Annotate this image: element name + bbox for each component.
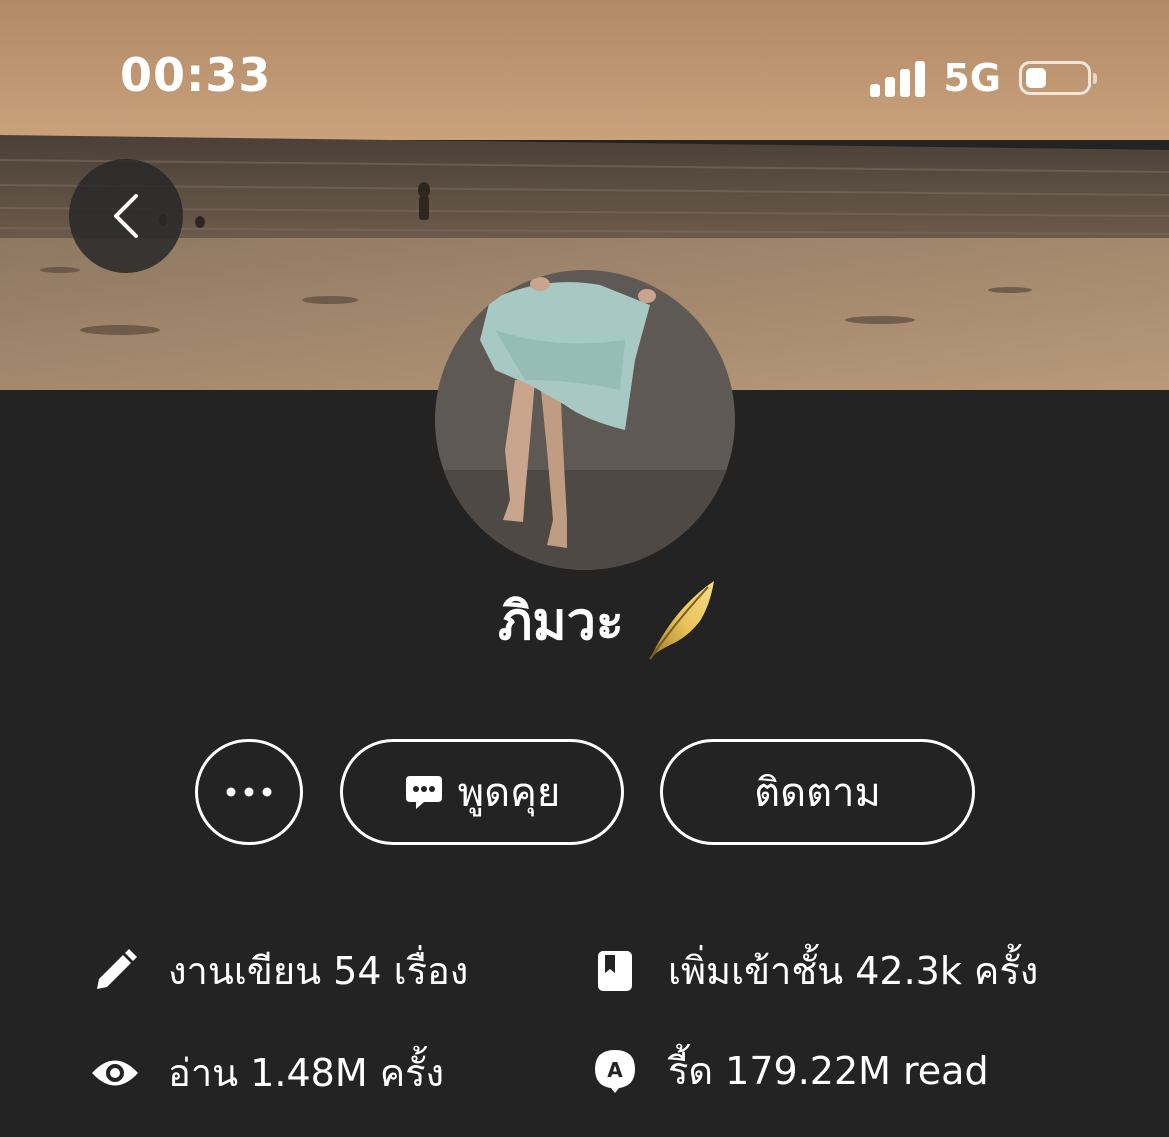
eye-icon [90,1048,140,1098]
chevron-left-icon [114,194,138,238]
stat-library: เพิ่มเข้าชั้น 42.3k ครั้ง [590,940,1038,1001]
back-button[interactable] [69,159,183,273]
profile-name-row: ภิมวะ [0,575,1169,665]
stat-works-text: งานเขียน 54 เรื่อง [168,949,469,993]
signal-icon [870,59,926,97]
read-badge-icon: A [590,1046,640,1096]
battery-icon [1019,61,1097,95]
profile-name: ภิมวะ [498,591,624,652]
chat-bubble-icon [405,776,442,809]
pencil-icon [90,946,140,996]
svg-text:A: A [607,1058,623,1082]
stat-readaward-text: รี้ด 179.22M read [668,1049,989,1093]
gold-feather-icon [649,581,714,660]
stat-readaward: A รี้ด 179.22M read [590,1040,989,1101]
stat-works: งานเขียน 54 เรื่อง [90,940,468,1001]
status-time: 00:33 [120,48,272,102]
follow-button-label: ติดตาม [754,770,881,816]
profile-screen: 00:33 5G ภิมวะ พูดคุย ติดตาม งานเขียน 54… [0,0,1169,1137]
battery-level [1026,68,1046,88]
follow-button[interactable]: ติดตาม [660,739,975,845]
avatar[interactable] [435,270,735,570]
stat-library-text: เพิ่มเข้าชั้น 42.3k ครั้ง [668,949,1039,993]
bookmark-icon [590,946,640,996]
ellipsis-icon [226,787,272,797]
stat-reads-text: อ่าน 1.48M ครั้ง [168,1051,445,1095]
more-button[interactable] [195,739,303,845]
chat-button-label: พูดคุย [457,770,561,816]
network-type: 5G [943,56,1001,100]
chat-button[interactable]: พูดคุย [340,739,624,845]
stat-reads: อ่าน 1.48M ครั้ง [90,1042,444,1103]
status-indicators: 5G [870,56,1097,100]
